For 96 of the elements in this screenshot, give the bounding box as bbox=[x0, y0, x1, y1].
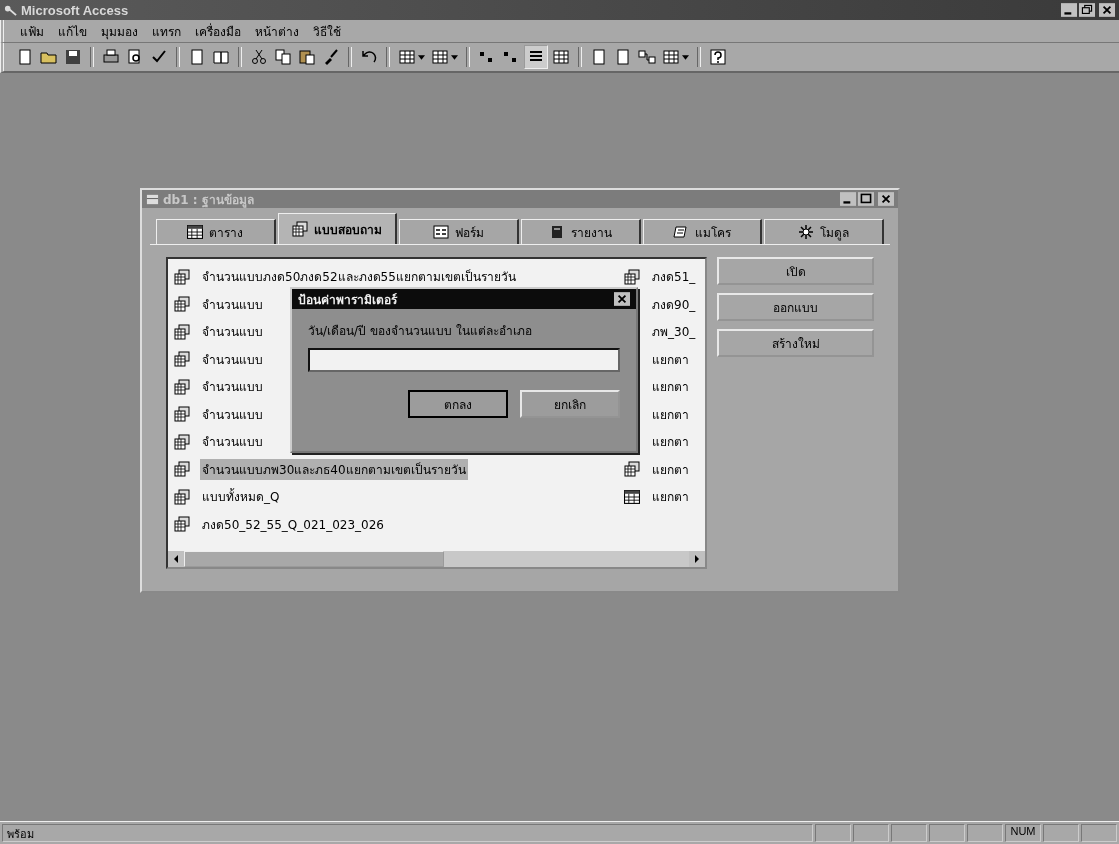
menu-item[interactable]: มุมมอง bbox=[101, 21, 138, 41]
toggle-button[interactable] bbox=[524, 45, 548, 69]
menu-item[interactable]: เครื่องมือ bbox=[195, 21, 241, 41]
tab[interactable]: แบบสอบถาม bbox=[277, 213, 398, 244]
status-panel bbox=[929, 824, 965, 842]
list-item[interactable]: จำนวนแบบ bbox=[200, 293, 265, 315]
window-title: Microsoft Access bbox=[21, 2, 129, 18]
query-icon bbox=[174, 296, 190, 313]
table-icon bbox=[187, 225, 204, 239]
list-item[interactable]: แยกตา bbox=[650, 458, 691, 480]
command-button[interactable]: เปิด bbox=[717, 257, 874, 285]
query-icon bbox=[174, 516, 190, 533]
query-icon bbox=[174, 268, 190, 285]
dropdown-arrow-icon[interactable] bbox=[451, 54, 458, 60]
details-view-icon[interactable] bbox=[552, 48, 570, 66]
close-icon[interactable] bbox=[614, 292, 630, 306]
module-icon bbox=[798, 224, 815, 240]
status-panel bbox=[1081, 824, 1117, 842]
status-panel bbox=[891, 824, 927, 842]
tab[interactable]: ฟอร์ม bbox=[399, 219, 519, 244]
scroll-icon bbox=[673, 224, 689, 240]
list-item[interactable]: จำนวนแบบ bbox=[200, 321, 265, 343]
list-item[interactable]: ภงด51_ bbox=[650, 266, 698, 288]
menu-item[interactable]: แฟ้ม bbox=[20, 21, 44, 41]
dropdown-arrow-icon[interactable] bbox=[418, 54, 425, 60]
status-indicator: NUM bbox=[1005, 824, 1041, 842]
book-icon[interactable] bbox=[212, 48, 230, 66]
query-icon bbox=[624, 461, 640, 478]
query-icon bbox=[174, 406, 190, 423]
scroll-left-icon[interactable] bbox=[168, 551, 184, 567]
list-item[interactable]: จำนวนแบบ bbox=[200, 348, 265, 370]
list-item[interactable]: จำนวนแบบ bbox=[200, 376, 265, 398]
query-icon bbox=[174, 488, 190, 505]
dialog-title: ป้อนค่าพารามิเตอร์ bbox=[298, 291, 397, 309]
new-document-icon[interactable] bbox=[16, 48, 34, 66]
status-panel bbox=[967, 824, 1003, 842]
status-panel bbox=[1043, 824, 1079, 842]
print-icon[interactable] bbox=[102, 48, 120, 66]
tab[interactable]: รายงาน bbox=[521, 219, 641, 244]
list-item[interactable]: แยกตา bbox=[650, 431, 691, 453]
dialog-button[interactable]: ยกเลิก bbox=[520, 390, 620, 418]
tab[interactable]: โมดูล bbox=[764, 219, 885, 244]
query-icon bbox=[174, 323, 190, 340]
tab[interactable]: แมโคร bbox=[642, 219, 763, 244]
list-item[interactable]: ภงด50_52_55_Q_021_023_026 bbox=[200, 513, 386, 535]
list-item[interactable]: แบบทั้งหมด_Q bbox=[200, 486, 282, 508]
dialog-button[interactable]: ตกลง bbox=[408, 390, 508, 418]
query-icon bbox=[174, 461, 190, 478]
close-icon[interactable] bbox=[1099, 3, 1115, 17]
list-item[interactable]: จำนวนแบบภงด50ภงด52และภงด55แยกตามเขตเป็นรายวัน bbox=[200, 266, 518, 288]
list-item[interactable]: ภงด90_ bbox=[650, 293, 698, 315]
menu-item[interactable]: แก้ไข bbox=[58, 21, 87, 41]
scroll-thumb[interactable] bbox=[184, 551, 444, 567]
command-button[interactable]: สร้างใหม่ bbox=[717, 329, 874, 357]
dropdown-arrow-icon[interactable] bbox=[682, 54, 689, 60]
paste-icon[interactable] bbox=[298, 48, 316, 66]
menu-item[interactable]: หน้าต่าง bbox=[255, 21, 299, 41]
list-item[interactable]: จำนวนแบบภพ30และภธ40แยกตามเขตเป็นรายวัน bbox=[200, 458, 468, 480]
status-text: พร้อม bbox=[2, 824, 813, 842]
restore-icon[interactable] bbox=[1079, 3, 1095, 17]
parameter-field[interactable] bbox=[308, 348, 620, 372]
list-item[interactable]: ภพ_30_ bbox=[650, 321, 698, 343]
close-icon[interactable] bbox=[878, 192, 894, 206]
window-title: db1 : ฐานข้อมูล bbox=[163, 191, 254, 209]
minimize-icon[interactable] bbox=[1061, 3, 1077, 17]
list-item[interactable]: แยกตา bbox=[650, 376, 691, 398]
maximize-icon[interactable] bbox=[858, 192, 874, 206]
save-icon[interactable] bbox=[64, 48, 82, 66]
command-button[interactable]: ออกแบบ bbox=[717, 293, 874, 321]
query-icon bbox=[174, 378, 190, 395]
query-icon bbox=[292, 221, 308, 237]
query-icon bbox=[174, 351, 190, 368]
status-panel bbox=[815, 824, 851, 842]
status-panel bbox=[853, 824, 889, 842]
tab[interactable]: ตาราง bbox=[156, 219, 276, 244]
horizontal-scrollbar[interactable] bbox=[168, 551, 706, 567]
list-item[interactable]: แยกตา bbox=[650, 403, 691, 425]
key-icon bbox=[4, 3, 17, 17]
copy-icon[interactable] bbox=[274, 48, 292, 66]
help-icon[interactable] bbox=[709, 48, 727, 66]
list-item[interactable]: จำนวนแบบ bbox=[200, 431, 265, 453]
list-item[interactable]: จำนวนแบบ bbox=[200, 403, 265, 425]
list-item[interactable]: แยกตา bbox=[650, 348, 691, 370]
prompt-label: วัน/เดือน/ปี ของจำนวนแบบ ในแต่ละอำเภอ bbox=[308, 323, 533, 340]
table-icon bbox=[624, 489, 640, 504]
menu-item[interactable]: วิธีใช้ bbox=[313, 21, 341, 41]
minimize-icon[interactable] bbox=[840, 192, 856, 206]
scroll-right-icon[interactable] bbox=[689, 551, 706, 567]
relationships-icon[interactable] bbox=[638, 48, 656, 66]
query-icon bbox=[624, 268, 640, 285]
database-icon bbox=[146, 192, 159, 206]
form-icon bbox=[433, 224, 450, 240]
menu-item[interactable]: แทรก bbox=[152, 21, 181, 41]
list-item[interactable]: แยกตา bbox=[650, 486, 691, 508]
query-icon bbox=[174, 433, 190, 450]
cut-icon[interactable] bbox=[250, 48, 268, 66]
